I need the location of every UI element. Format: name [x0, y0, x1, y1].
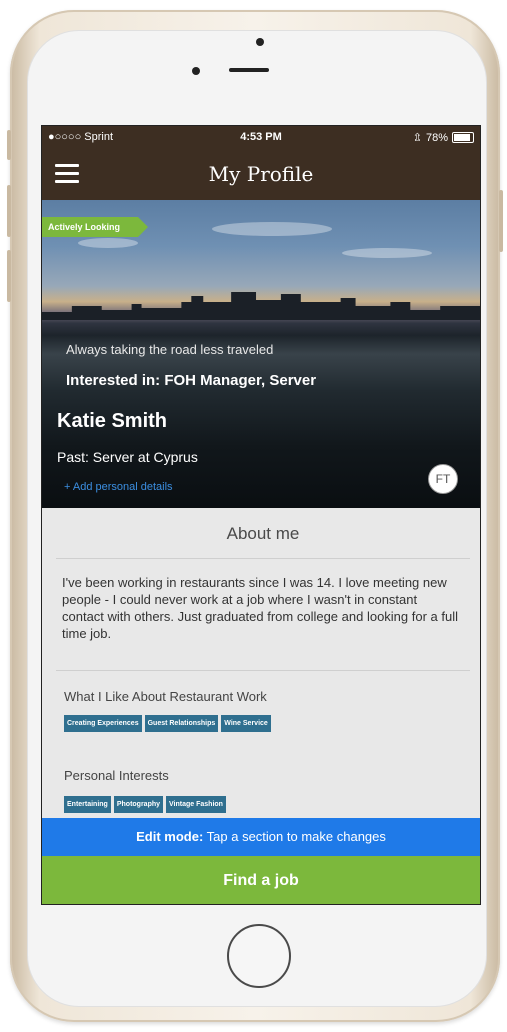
- front-camera-icon: [256, 38, 264, 46]
- power-button: [499, 190, 503, 252]
- city-skyline: [42, 292, 480, 320]
- past-position: Past: Server at Cyprus: [57, 449, 198, 465]
- about-header[interactable]: About me: [56, 508, 470, 559]
- volume-up-button: [7, 185, 11, 237]
- side-button: [7, 130, 11, 160]
- tag: Photography: [113, 796, 164, 813]
- profile-content: About me I've been working in restaurant…: [42, 508, 480, 820]
- find-a-job-button[interactable]: Find a job: [42, 856, 480, 904]
- cloud-shape: [212, 222, 332, 236]
- battery-fill: [454, 134, 470, 141]
- interests-section-title[interactable]: Personal Interests: [64, 768, 169, 783]
- edit-mode-hint: Tap a section to make changes: [203, 829, 386, 844]
- tag: Vintage Fashion: [166, 796, 226, 813]
- proximity-sensor-icon: [192, 67, 200, 75]
- battery-percent: 78%: [425, 131, 448, 144]
- bluetooth-icon: ⇫: [412, 132, 422, 144]
- add-personal-details-link[interactable]: + Add personal details: [64, 481, 173, 493]
- page-title: My Profile: [208, 162, 314, 186]
- profile-hero[interactable]: Actively Looking Always taking the road …: [42, 200, 480, 508]
- interested-in-label: Interested in: FOH Manager, Server: [66, 372, 317, 389]
- nav-bar: My Profile: [42, 148, 480, 200]
- cloud-shape: [342, 248, 432, 258]
- likes-section-title[interactable]: What I Like About Restaurant Work: [64, 689, 267, 704]
- tag: Creating Experiences: [64, 715, 142, 732]
- actively-looking-badge: Actively Looking: [42, 217, 149, 237]
- interests-tags[interactable]: Entertaining Photography Vintage Fashion: [64, 796, 226, 813]
- tag: Entertaining: [64, 796, 111, 813]
- status-bar: ●○○○○ Sprint 4:53 PM ⇫ 78%: [42, 126, 480, 148]
- likes-tags[interactable]: Creating Experiences Guest Relationships…: [64, 715, 271, 732]
- edit-mode-label: Edit mode:: [136, 829, 204, 844]
- cloud-shape: [78, 238, 138, 248]
- status-right: ⇫ 78%: [413, 131, 474, 144]
- app-screen: ●○○○○ Sprint 4:53 PM ⇫ 78% My Profile Ac…: [41, 125, 481, 905]
- tag: Guest Relationships: [144, 715, 219, 732]
- earpiece-speaker-icon: [229, 68, 269, 72]
- avatar-initials: FT: [435, 472, 451, 486]
- divider: [56, 670, 470, 671]
- avatar[interactable]: FT: [428, 464, 458, 494]
- profile-name: Katie Smith: [57, 410, 168, 432]
- home-button[interactable]: [227, 924, 291, 988]
- tag: Wine Service: [221, 715, 271, 732]
- about-text[interactable]: I've been working in restaurants since I…: [62, 574, 458, 642]
- about-title: About me: [226, 524, 300, 543]
- profile-tagline: Always taking the road less traveled: [66, 342, 274, 357]
- volume-down-button: [7, 250, 11, 302]
- edit-mode-banner: Edit mode: Tap a section to make changes: [42, 818, 480, 856]
- battery-icon: [452, 132, 474, 143]
